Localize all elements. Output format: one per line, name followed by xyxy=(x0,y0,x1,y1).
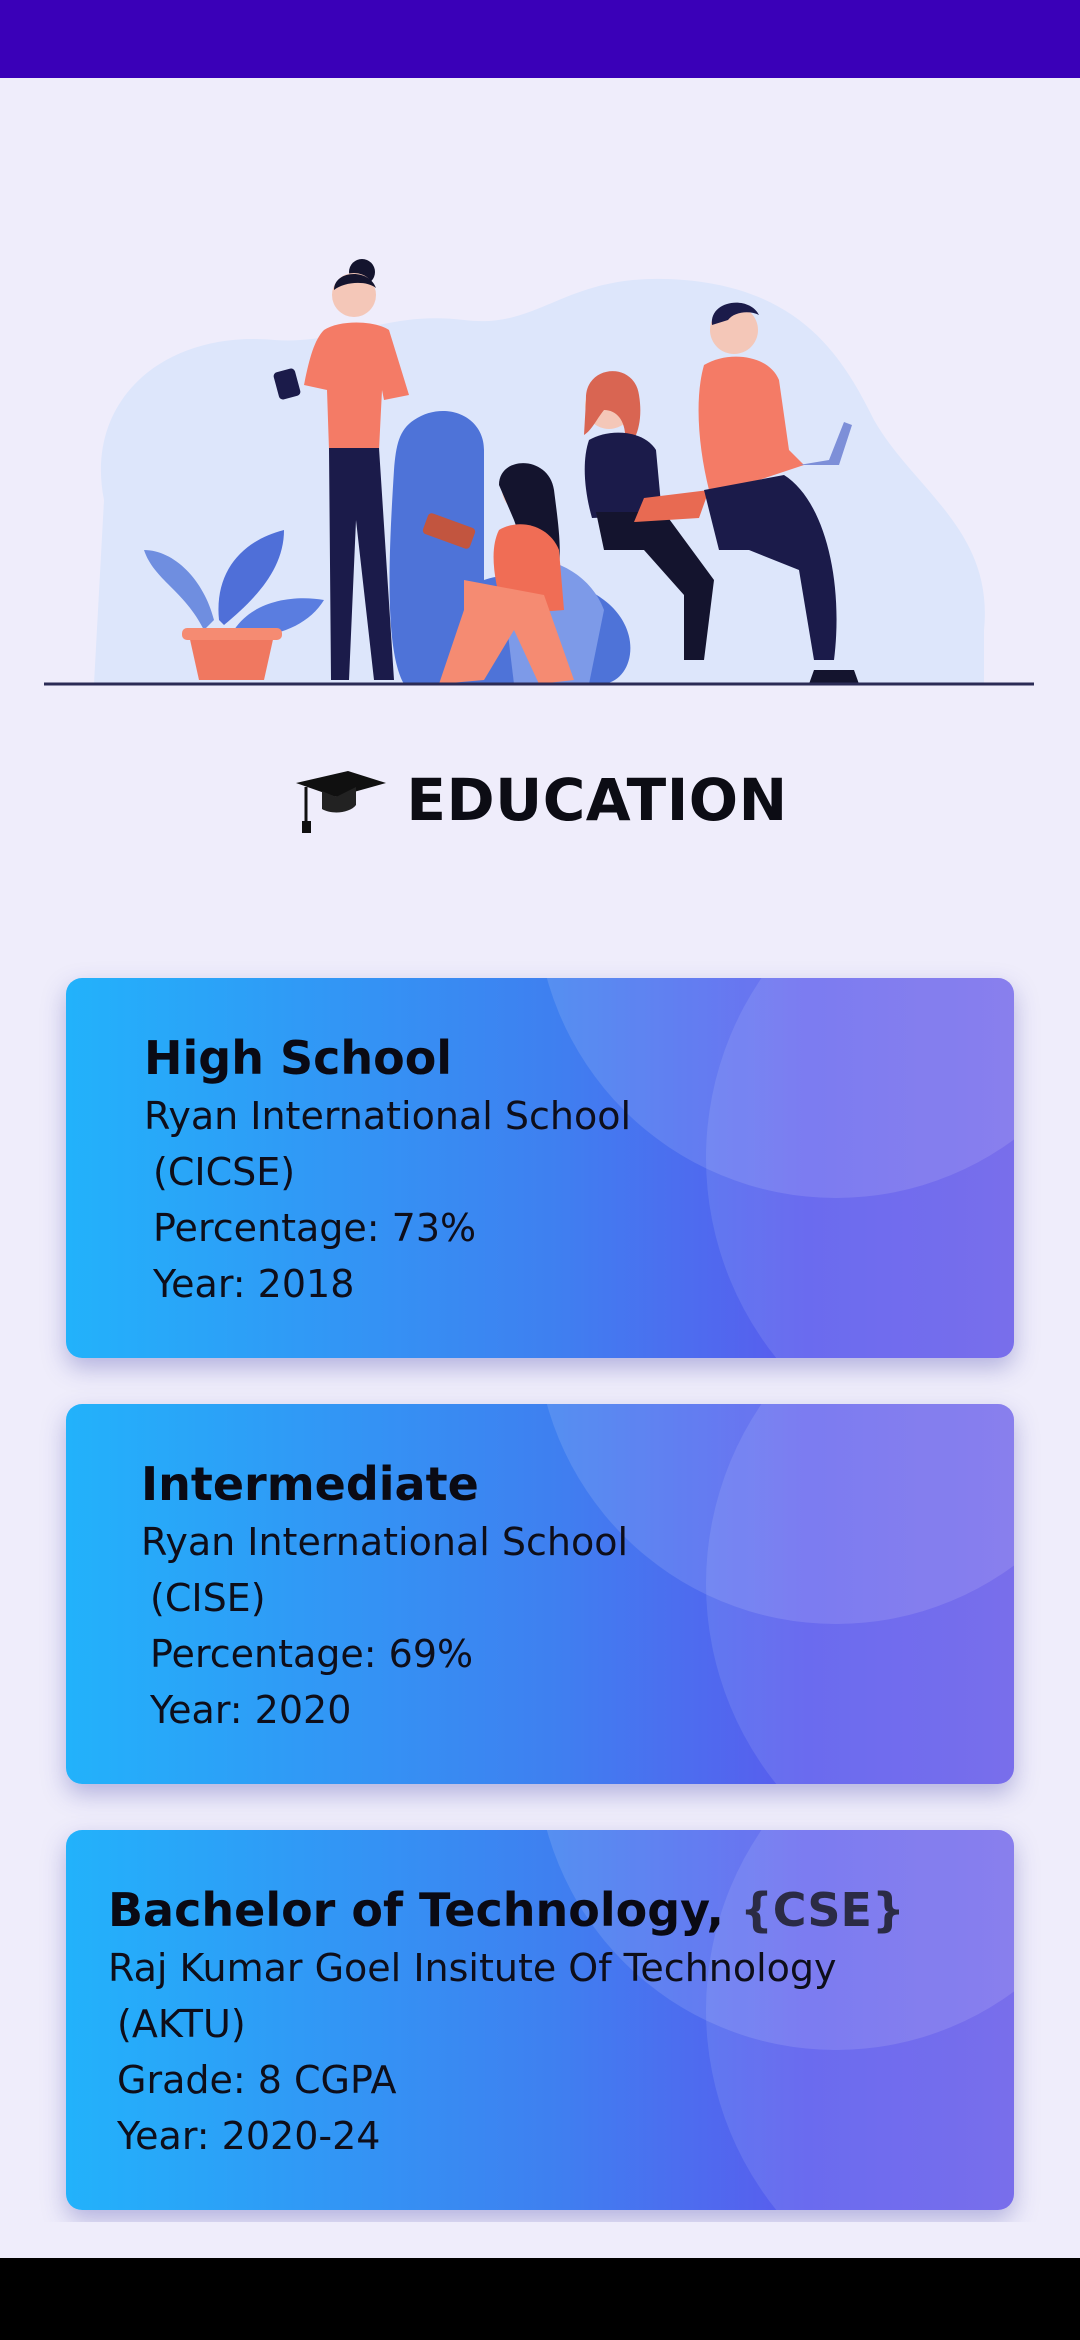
card-year: Year: 2020-24 xyxy=(117,2114,381,2158)
card-institution: Raj Kumar Goel Insitute Of Technology xyxy=(108,1946,837,1990)
card-decoration xyxy=(706,1404,1014,1784)
section-title: EDUCATION xyxy=(406,766,788,834)
content-bottom-edge xyxy=(0,2222,1080,2258)
card-board: (CISE) xyxy=(150,1576,266,1620)
card-institution: Ryan International School xyxy=(144,1094,632,1138)
navigation-bar xyxy=(0,2258,1080,2340)
graduation-cap-icon xyxy=(296,771,387,833)
section-heading: EDUCATION xyxy=(0,755,1080,845)
card-title: High School xyxy=(144,1031,453,1085)
card-year: Year: 2018 xyxy=(153,1262,355,1306)
card-board: (CICSE) xyxy=(153,1150,296,1194)
education-card-intermediate[interactable]: Intermediate Ryan International School (… xyxy=(66,1404,1014,1784)
education-card-btech[interactable]: Bachelor of Technology, {CSE} Raj Kumar … xyxy=(66,1830,1014,2210)
card-decoration xyxy=(706,978,1014,1358)
card-board: (AKTU) xyxy=(117,2002,246,2046)
card-institution: Ryan International School xyxy=(141,1520,629,1564)
card-score: Percentage: 69% xyxy=(150,1632,474,1676)
card-score: Percentage: 73% xyxy=(153,1206,477,1250)
card-title: Bachelor of Technology, {CSE} xyxy=(108,1880,905,1940)
card-score: Grade: 8 CGPA xyxy=(117,2058,397,2102)
status-bar xyxy=(0,0,1080,78)
hero-illustration xyxy=(44,250,1034,690)
card-title-accent: {CSE} xyxy=(740,1883,905,1937)
people-studying-illustration xyxy=(44,259,1034,686)
education-card-high-school[interactable]: High School Ryan International School (C… xyxy=(66,978,1014,1358)
card-title-text: Bachelor of Technology, xyxy=(108,1883,741,1937)
card-year: Year: 2020 xyxy=(150,1688,352,1732)
card-title: Intermediate xyxy=(141,1457,479,1511)
